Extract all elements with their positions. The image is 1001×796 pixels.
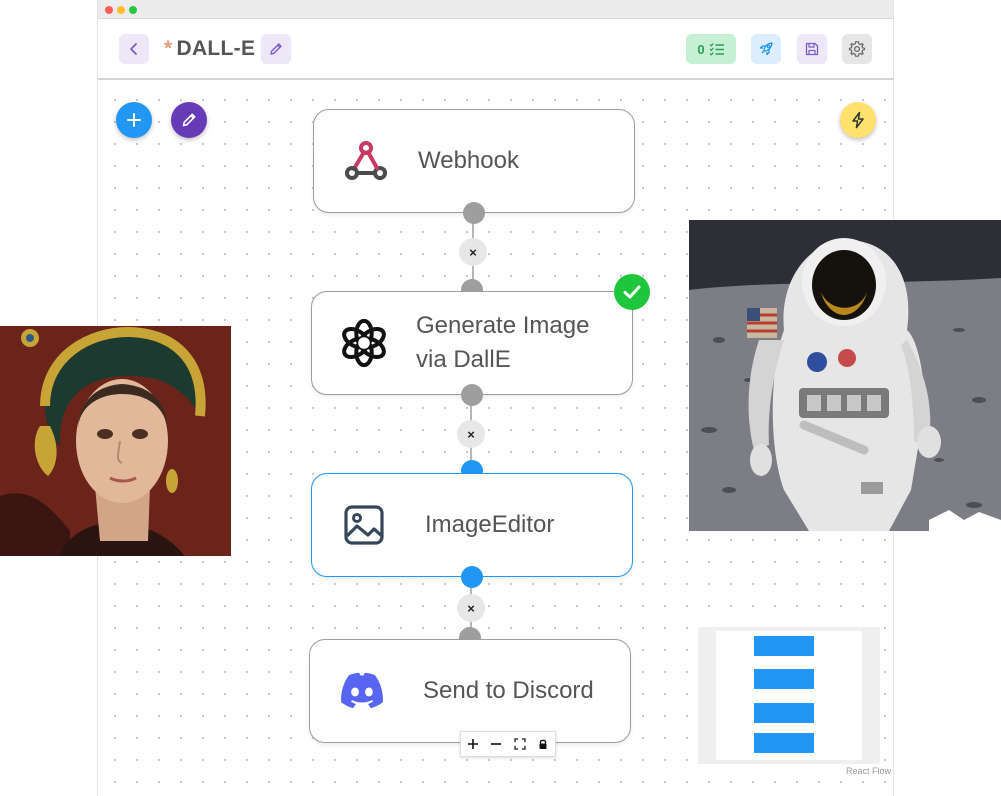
lock-icon <box>539 739 547 749</box>
close-window-button[interactable] <box>105 6 113 14</box>
minimap-node <box>754 703 814 723</box>
flow-node-generate-image[interactable]: Generate Image via DallE <box>311 291 633 395</box>
flow-node-webhook[interactable]: Webhook <box>313 109 635 213</box>
fit-view-button[interactable] <box>509 733 531 755</box>
gear-icon <box>848 41 866 57</box>
lock-button[interactable] <box>532 733 554 755</box>
minus-icon <box>491 743 502 745</box>
generated-astronaut-image <box>689 220 1001 531</box>
lightning-icon <box>852 111 864 129</box>
tasks-count: 0 <box>697 41 705 57</box>
minimap-node <box>754 636 814 656</box>
flash-button[interactable] <box>840 102 876 138</box>
deploy-button[interactable] <box>751 34 781 64</box>
pencil-icon <box>270 43 282 55</box>
generated-portrait-image <box>0 326 231 556</box>
tasks-button[interactable]: 0 <box>686 34 736 64</box>
image-icon <box>338 499 390 551</box>
node-label: ImageEditor <box>425 511 555 538</box>
screenshot-stage: * DALL-E 0 Webhook × Generate Image via … <box>0 0 1001 796</box>
node-output-handle[interactable] <box>463 202 485 224</box>
discord-icon <box>336 665 388 717</box>
node-output-handle[interactable] <box>461 566 483 588</box>
add-node-button[interactable] <box>116 102 152 138</box>
minimap-node <box>754 669 814 689</box>
window-titlebar <box>98 0 893 19</box>
flow-controls <box>460 731 556 757</box>
delete-edge-button[interactable]: × <box>457 594 485 622</box>
floppy-disk-icon <box>805 42 819 56</box>
flow-minimap[interactable] <box>698 627 880 764</box>
minimap-viewport <box>716 631 862 760</box>
pencil-icon <box>182 113 196 127</box>
flow-title-text: DALL-E <box>176 37 256 60</box>
zoom-out-button[interactable] <box>485 733 507 755</box>
plus-icon <box>467 739 478 749</box>
node-output-handle[interactable] <box>461 384 483 406</box>
flow-title: * DALL-E <box>164 37 255 61</box>
checklist-icon <box>709 43 724 56</box>
chevron-left-icon <box>130 43 137 55</box>
settings-button[interactable] <box>842 34 872 64</box>
delete-edge-button[interactable]: × <box>457 420 485 448</box>
maximize-window-button[interactable] <box>129 6 137 14</box>
edit-title-button[interactable] <box>261 34 291 64</box>
save-button[interactable] <box>797 34 827 64</box>
fit-view-icon <box>514 738 526 750</box>
edit-flow-button[interactable] <box>171 102 207 138</box>
success-check-icon <box>614 274 650 310</box>
flow-node-send-to-discord[interactable]: Send to Discord <box>309 639 631 743</box>
delete-edge-button[interactable]: × <box>459 238 487 266</box>
zoom-in-button[interactable] <box>462 733 484 755</box>
back-button[interactable] <box>119 34 149 64</box>
webhook-icon <box>340 135 392 187</box>
rocket-icon <box>759 42 773 56</box>
node-label: Generate Image via DallE <box>416 312 590 373</box>
node-label: Webhook <box>418 147 519 174</box>
minimap-node <box>754 733 814 753</box>
minimize-window-button[interactable] <box>117 6 125 14</box>
openai-icon <box>338 317 390 369</box>
react-flow-attribution[interactable]: React Flow <box>846 766 891 776</box>
unsaved-marker: * <box>164 37 173 60</box>
node-label: Send to Discord <box>423 677 594 704</box>
flow-node-image-editor[interactable]: ImageEditor <box>311 473 633 577</box>
plus-icon <box>127 113 141 127</box>
flow-header: * DALL-E 0 <box>98 19 893 80</box>
